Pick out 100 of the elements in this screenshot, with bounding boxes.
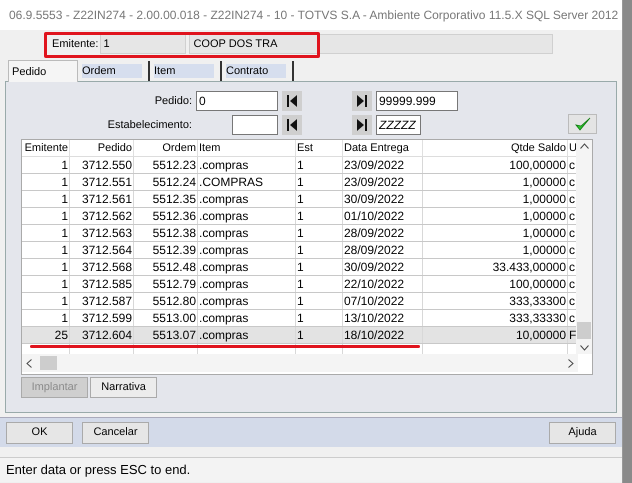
scroll-thumb[interactable] <box>577 322 592 339</box>
table-cell-text: c <box>568 310 576 326</box>
table-row[interactable]: 1 3712.550 5512.23 .compras 1 23/09/2022 100,00000 c <box>22 157 576 174</box>
table-cell: 1 <box>296 242 343 258</box>
table-row[interactable]: 1 3712.563 5512.38 .compras 1 28/09/2022 1,00000 c <box>22 225 576 242</box>
emitente-code-field: 1 <box>100 34 186 54</box>
table-row[interactable]: 1 3712.585 5512.79 .compras 1 22/10/2022 100,00000 c <box>22 276 576 293</box>
dialog-button[interactable]: OK <box>6 422 73 444</box>
first-button[interactable] <box>282 91 302 111</box>
table-cell: 1 <box>22 225 70 241</box>
table-cell: 30/09/2022 <box>343 191 423 207</box>
table-cell: 28/09/2022 <box>343 242 423 258</box>
table-cell: 5512.48 <box>134 259 198 275</box>
table-cell: 100,00000 <box>423 276 568 292</box>
table-cell: 1 <box>22 208 70 224</box>
dialog-button[interactable]: Ajuda <box>549 422 616 444</box>
table-cell: 1,00000 <box>423 208 568 224</box>
table-cell-text: c <box>568 157 576 173</box>
table-cell: 3712.550 <box>70 157 134 173</box>
filter-label: Pedido: <box>154 94 192 107</box>
table-cell: .compras <box>198 242 296 258</box>
table-cell: 1 <box>22 174 70 190</box>
column-header[interactable]: Est <box>296 140 343 156</box>
scroll-thumb[interactable] <box>40 356 57 370</box>
table-cell: .compras <box>198 259 296 275</box>
table-cell: 1 <box>22 276 70 292</box>
column-header[interactable]: Qtde Saldo <box>423 140 568 156</box>
dialog-button[interactable]: Cancelar <box>82 422 149 444</box>
last-button[interactable] <box>352 115 372 135</box>
table-cell: .compras <box>198 293 296 309</box>
status-text: Enter data or press ESC to end. <box>6 461 190 480</box>
table-cell: .compras <box>198 310 296 326</box>
table-cell: 1 <box>22 157 70 173</box>
table-cell: 28/09/2022 <box>343 225 423 241</box>
from-field[interactable]: 0 <box>196 91 278 111</box>
scroll-right-icon <box>568 358 574 368</box>
table-row[interactable]: 1 3712.562 5512.36 .compras 1 01/10/2022 1,00000 c <box>22 208 576 225</box>
filter-label: Estabelecimento: <box>108 118 192 131</box>
table-cell: 5512.24 <box>134 174 198 190</box>
table-cell: 25 <box>22 327 70 343</box>
table-cell: 1,00000 <box>423 225 568 241</box>
table-cell: 1 <box>22 259 70 275</box>
table-cell: F <box>568 327 576 343</box>
table-cell: 1 <box>296 157 343 173</box>
table-cell: 3712.599 <box>70 310 134 326</box>
skip-last-icon <box>357 95 367 107</box>
table-cell: 1 <box>22 293 70 309</box>
table-cell: 5512.79 <box>134 276 198 292</box>
table-cell: 333,33300 <box>423 293 568 309</box>
table-cell: 1 <box>296 310 343 326</box>
table-cell: 5512.80 <box>134 293 198 309</box>
table-cell: 3712.562 <box>70 208 134 224</box>
table-cell: 1 <box>296 293 343 309</box>
from-field[interactable] <box>232 115 278 135</box>
table-row[interactable]: 1 3712.561 5512.35 .compras 1 30/09/2022 1,00000 c <box>22 191 576 208</box>
table-row[interactable]: 1 3712.564 5512.39 .compras 1 28/09/2022 1,00000 c <box>22 242 576 259</box>
table-row[interactable]: 1 3712.568 5512.48 .compras 1 30/09/2022 33.433,00000 c <box>22 259 576 276</box>
tab[interactable]: Pedido <box>8 60 78 82</box>
to-field[interactable]: ZZZZZ <box>376 115 421 135</box>
horizontal-scrollbar[interactable] <box>22 354 578 372</box>
table-row[interactable]: 1 3712.599 5513.00 .compras 1 13/10/2022 333,33330 c <box>22 310 576 327</box>
table-cell: .compras <box>198 327 296 343</box>
table-cell-text: c <box>568 242 576 258</box>
column-header[interactable]: Ordem <box>134 140 198 156</box>
scroll-down-icon <box>580 345 589 351</box>
table-row[interactable]: 1 3712.587 5512.80 .compras 1 07/10/2022 333,33300 c <box>22 293 576 310</box>
emitente-label: Emitente: <box>52 36 98 52</box>
table-cell: 1 <box>22 310 70 326</box>
table-cell-text: c <box>568 191 576 207</box>
table-cell: 5513.07 <box>134 327 198 343</box>
table-cell-text: c <box>568 225 576 241</box>
table-cell: 13/10/2022 <box>343 310 423 326</box>
table-cell: 1,00000 <box>423 242 568 258</box>
table-cell: 1 <box>22 191 70 207</box>
grid-action-button[interactable]: Narrativa <box>90 377 157 398</box>
table-cell: 5512.35 <box>134 191 198 207</box>
column-header[interactable]: Data Entrega <box>343 140 423 156</box>
table-cell: 3712.561 <box>70 191 134 207</box>
vertical-scrollbar[interactable] <box>576 140 592 354</box>
table-cell: .compras <box>198 276 296 292</box>
first-button[interactable] <box>282 115 302 135</box>
confirm-button[interactable] <box>568 114 597 134</box>
table-cell: 3712.564 <box>70 242 134 258</box>
table-row[interactable]: 1 3712.551 5512.24 .COMPRAS 1 23/09/2022 1,00000 c <box>22 174 576 191</box>
table-cell: 01/10/2022 <box>343 208 423 224</box>
to-field[interactable]: 99999.999 <box>376 91 458 111</box>
emitente-name-field: COOP DOS TRA <box>189 34 554 54</box>
column-header[interactable]: U <box>568 140 576 156</box>
table-cell: 1,00000 <box>423 191 568 207</box>
last-button[interactable] <box>352 91 372 111</box>
table-cell: 3712.585 <box>70 276 134 292</box>
column-header[interactable]: Item <box>198 140 296 156</box>
table-cell: 3712.563 <box>70 225 134 241</box>
scroll-left-icon <box>26 358 32 368</box>
table-cell: 1 <box>296 259 343 275</box>
skip-last-icon <box>357 119 367 131</box>
table-row[interactable]: 25 3712.604 5513.07 .compras 1 18/10/2022 10,00000 F <box>22 327 576 344</box>
column-header[interactable]: Pedido <box>70 140 134 156</box>
table-cell: 5512.39 <box>134 242 198 258</box>
column-header[interactable]: Emitente <box>22 140 70 156</box>
